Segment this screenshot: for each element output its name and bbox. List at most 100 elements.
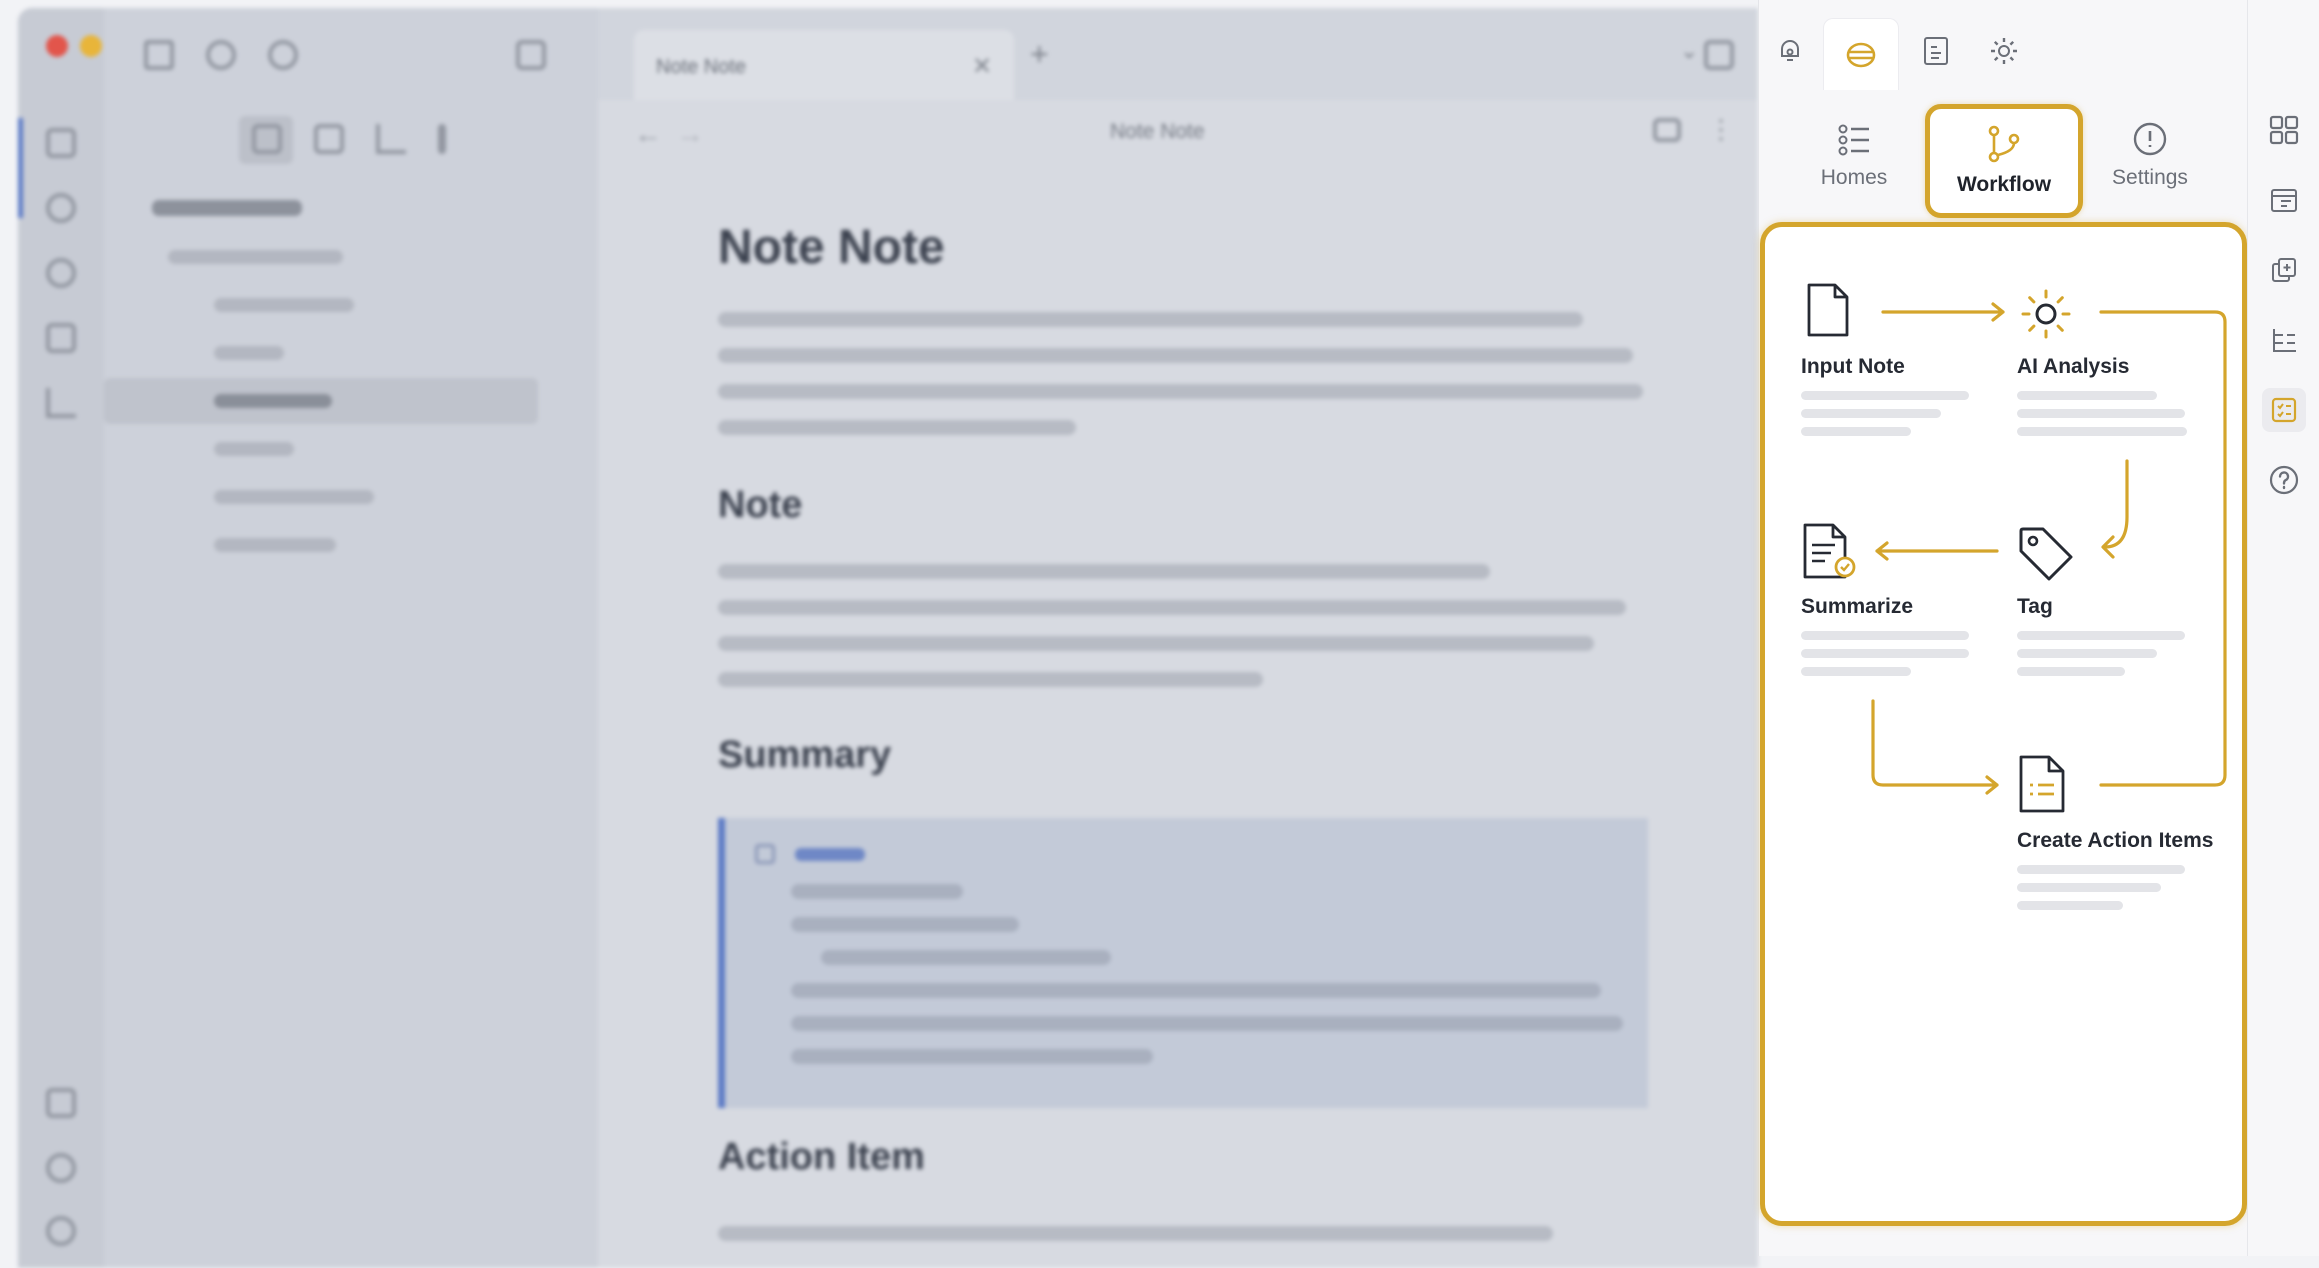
- new-folder-icon[interactable]: [314, 124, 344, 154]
- graph-icon[interactable]: [46, 193, 76, 223]
- right-icon-strip: [2247, 0, 2319, 1256]
- nav-workflow-label: Workflow: [1956, 173, 2052, 196]
- grid-icon: [2269, 115, 2299, 145]
- outline-tab[interactable]: [1765, 26, 1815, 76]
- active-file-label: [214, 394, 332, 408]
- forward-icon[interactable]: →: [676, 118, 704, 150]
- node-placeholder-line: [2017, 391, 2157, 400]
- file-item[interactable]: [214, 490, 374, 504]
- workflow-plugin-tab[interactable]: [1823, 18, 1899, 90]
- bookmark-icon[interactable]: [268, 40, 298, 70]
- nav-settings-label: Settings: [2112, 166, 2188, 189]
- reading-view-icon[interactable]: [1653, 118, 1681, 142]
- note-tab[interactable]: Note Note ✕: [634, 30, 1014, 100]
- document-tab[interactable]: [1911, 26, 1961, 76]
- ai-sparkle-icon: [2021, 289, 2071, 339]
- node-placeholder-line: [2017, 649, 2157, 658]
- vault-icon[interactable]: [46, 1088, 76, 1118]
- summary-callout: [718, 818, 1648, 1108]
- bell-icon: [1781, 40, 1799, 61]
- node-summarize-label: Summarize: [1801, 595, 1914, 618]
- node-placeholder-line: [1801, 409, 1941, 418]
- sidebar-toggle-icon[interactable]: [516, 40, 546, 70]
- stack-icon: [1846, 42, 1876, 67]
- sort-icon[interactable]: [376, 124, 406, 154]
- node-placeholder-line: [1801, 649, 1969, 658]
- files-icon[interactable]: [46, 128, 76, 158]
- node-input-note-label: Input Note: [1801, 355, 1905, 378]
- file-item[interactable]: [214, 346, 284, 360]
- node-placeholder-line: [1801, 667, 1911, 676]
- gear-icon: [1991, 38, 2017, 64]
- tab-title: Note Note: [656, 56, 747, 78]
- help-button[interactable]: [2262, 458, 2306, 502]
- workflow-view-button[interactable]: [2262, 388, 2306, 432]
- loop-connector: [2099, 310, 2227, 787]
- file-item[interactable]: [214, 298, 354, 312]
- node-placeholder-line: [2017, 883, 2161, 892]
- new-tab-icon[interactable]: +: [1030, 36, 1049, 73]
- help-icon[interactable]: [46, 1153, 76, 1183]
- main-app-window: Note Note ✕ + ⌄ ← → Note Note ⋮ Note Not…: [18, 8, 1758, 1268]
- grid-view-button[interactable]: [2262, 108, 2306, 152]
- file-item[interactable]: [214, 442, 294, 456]
- copy-icon: [2272, 258, 2296, 282]
- close-tab-icon[interactable]: ✕: [972, 52, 992, 81]
- arrow-tag-to-summarize: [1875, 541, 1999, 561]
- hierarchy-icon: [2273, 329, 2296, 352]
- table-edit-icon: [2271, 189, 2297, 212]
- calendar-icon[interactable]: [46, 323, 76, 353]
- terminal-icon[interactable]: [46, 388, 76, 418]
- plugin-icon[interactable]: [46, 258, 76, 288]
- node-tag-label: Tag: [2017, 595, 2053, 618]
- minimize-window-button[interactable]: [80, 35, 102, 57]
- node-ai-analysis-label: AI Analysis: [2017, 355, 2130, 378]
- info-circle-icon: [2133, 122, 2167, 156]
- checklist-document-icon: [2019, 755, 2065, 813]
- summary-heading: Summary: [718, 734, 892, 776]
- panel-settings-tab[interactable]: [1979, 26, 2029, 76]
- action-item-heading: Action Item: [718, 1136, 925, 1178]
- folder-item[interactable]: [168, 250, 343, 264]
- tag-icon: [2019, 527, 2073, 581]
- node-placeholder-line: [1801, 391, 1969, 400]
- folder-icon[interactable]: [144, 40, 174, 70]
- search-icon[interactable]: [206, 40, 236, 70]
- node-placeholder-line: [2017, 901, 2123, 910]
- question-icon: [2269, 465, 2299, 495]
- back-icon[interactable]: ←: [634, 118, 662, 150]
- more-options-icon[interactable]: ⋮: [1708, 114, 1734, 145]
- left-ribbon: [18, 8, 136, 1268]
- nav-homes-label: Homes: [1820, 166, 1888, 189]
- node-placeholder-line: [1801, 427, 1911, 436]
- doc-header-title: Note Note: [1110, 120, 1205, 143]
- collapse-icon[interactable]: [438, 124, 446, 154]
- table-view-button[interactable]: [2262, 178, 2306, 222]
- settings-icon[interactable]: [46, 1216, 76, 1246]
- arrow-input-to-analysis: [1881, 302, 2005, 322]
- node-placeholder-line: [2017, 409, 2185, 418]
- checklist-icon: [2271, 397, 2297, 423]
- tab-list-icon[interactable]: ⌄: [1680, 38, 1698, 64]
- close-window-button[interactable]: [46, 35, 68, 57]
- list-icon: [1838, 124, 1869, 156]
- arrow-analysis-to-tag: [2101, 459, 2129, 559]
- node-create-action-items-label: Create Action Items: [2017, 829, 2214, 852]
- nav-settings[interactable]: Settings: [2075, 100, 2225, 210]
- tab-bar: Note Note ✕ + ⌄: [598, 8, 1758, 100]
- new-note-icon[interactable]: [252, 124, 282, 154]
- node-placeholder-line: [2017, 865, 2185, 874]
- note-title: Note Note: [718, 221, 945, 274]
- arrow-summarize-to-action: [1871, 699, 1999, 795]
- document-icon: [1807, 283, 1849, 337]
- right-sidebar-toggle-icon[interactable]: [1704, 40, 1734, 70]
- hierarchy-button[interactable]: [2262, 318, 2306, 362]
- copy-button[interactable]: [2262, 248, 2306, 292]
- file-item[interactable]: [214, 538, 336, 552]
- file-explorer: [104, 8, 598, 1268]
- vault-name: [152, 200, 302, 216]
- node-placeholder-line: [1801, 631, 1969, 640]
- nav-homes[interactable]: Homes: [1779, 100, 1929, 210]
- note-heading: Note: [718, 484, 803, 526]
- nav-workflow[interactable]: Workflow: [1925, 104, 2083, 218]
